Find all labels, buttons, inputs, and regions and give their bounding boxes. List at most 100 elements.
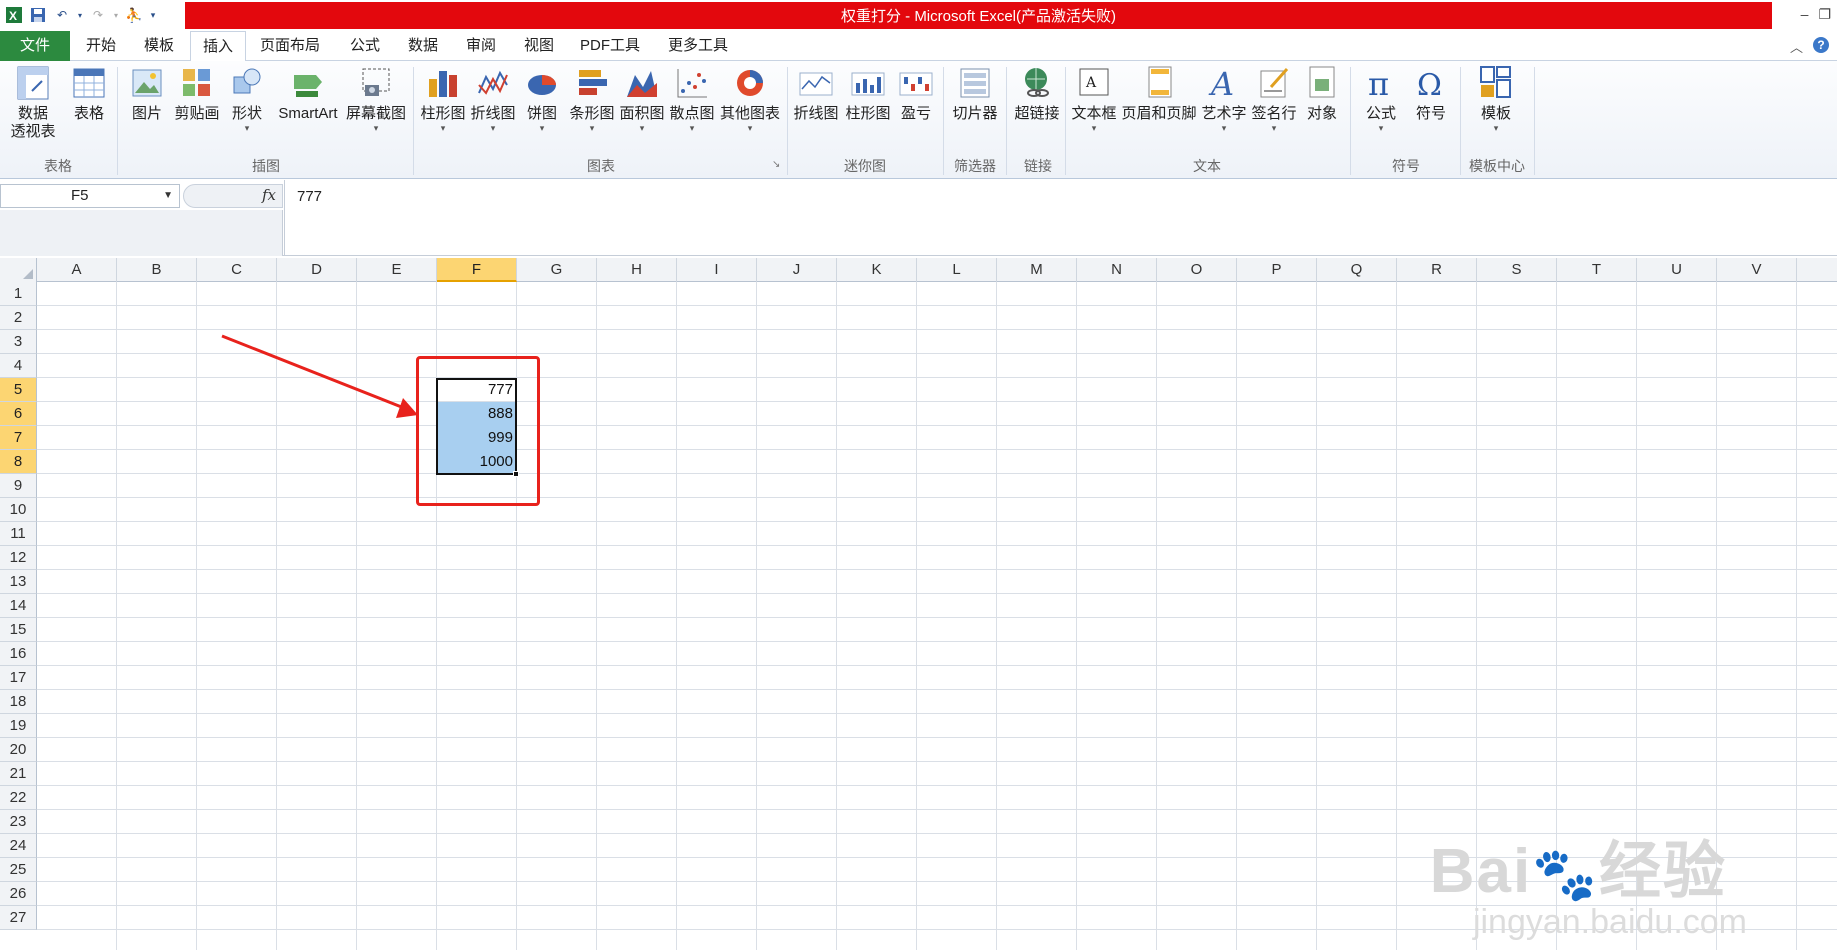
shapes-button[interactable]: 形状 ▾	[226, 65, 268, 133]
bar-chart-button[interactable]: 条形图 ▾	[568, 65, 616, 133]
pie-chart-dropdown-icon: ▾	[539, 123, 545, 133]
column-header-q[interactable]: Q	[1317, 258, 1397, 282]
line-chart-button[interactable]: 折线图 ▾	[470, 65, 516, 133]
group-label-symbols: 符号	[1392, 158, 1420, 174]
signature-line-button[interactable]: 签名行 ▾	[1250, 65, 1298, 133]
sparkline-column-icon	[851, 65, 885, 101]
svg-text:X: X	[9, 9, 17, 23]
minimize-ribbon-icon[interactable]: ︿	[1790, 37, 1803, 56]
row-header-22[interactable]: 22	[0, 786, 37, 810]
name-box[interactable]: F5 ▼	[0, 184, 180, 208]
name-box-dropdown-icon[interactable]: ▼	[163, 185, 173, 207]
word-art-dropdown-icon: ▾	[1221, 123, 1227, 133]
tab-template[interactable]: 模板	[134, 31, 184, 61]
formula-input[interactable]	[284, 180, 1837, 256]
restore-icon[interactable]: ❐	[1818, 6, 1831, 23]
row-header-21[interactable]: 21	[0, 762, 37, 786]
find-icon[interactable]: ⛹	[124, 5, 144, 25]
table-button[interactable]: 表格	[66, 65, 112, 123]
customize-qat-icon[interactable]: ▾	[148, 5, 158, 25]
object-button[interactable]: 对象	[1302, 65, 1342, 123]
pie-chart-button[interactable]: 饼图 ▾	[522, 65, 562, 133]
column-chart-button[interactable]: 柱形图 ▾	[418, 65, 468, 133]
other-charts-icon	[733, 65, 767, 101]
column-header-h[interactable]: H	[597, 258, 677, 282]
row-header-13[interactable]: 13	[0, 570, 37, 594]
redo-icon[interactable]: ↷	[88, 5, 108, 25]
window-controls: – ❐	[1801, 6, 1831, 23]
row-header-17[interactable]: 17	[0, 666, 37, 690]
column-header-l[interactable]: L	[917, 258, 997, 282]
column-header-v[interactable]: V	[1717, 258, 1797, 282]
row-header-23[interactable]: 23	[0, 810, 37, 834]
save-icon[interactable]	[28, 5, 48, 25]
row-header-27[interactable]: 27	[0, 906, 37, 930]
column-header-n[interactable]: N	[1077, 258, 1157, 282]
text-box-button[interactable]: A 文本框 ▾	[1070, 65, 1118, 133]
hyperlink-button[interactable]: 超链接	[1010, 65, 1064, 123]
undo-icon[interactable]: ↶	[52, 5, 72, 25]
picture-button[interactable]: 图片	[126, 65, 168, 123]
slicer-button[interactable]: 切片器	[948, 65, 1002, 123]
symbol-button[interactable]: Ω 符号	[1408, 65, 1454, 123]
clip-art-icon	[180, 65, 214, 101]
scatter-chart-button[interactable]: 散点图 ▾	[668, 65, 716, 133]
tab-formulas[interactable]: 公式	[340, 31, 390, 61]
equation-button[interactable]: π 公式 ▾	[1358, 65, 1404, 133]
column-header-j[interactable]: J	[757, 258, 837, 282]
clip-art-button[interactable]: 剪贴画	[172, 65, 222, 123]
row-header-26[interactable]: 26	[0, 882, 37, 906]
sparkline-line-button[interactable]: 折线图	[792, 65, 840, 123]
row-header-19[interactable]: 19	[0, 714, 37, 738]
tab-review[interactable]: 审阅	[456, 31, 506, 61]
column-header-r[interactable]: R	[1397, 258, 1477, 282]
help-icon[interactable]: ?	[1813, 37, 1829, 53]
area-chart-button[interactable]: 面积图 ▾	[618, 65, 666, 133]
insert-function-icon[interactable]: fx	[262, 186, 276, 204]
screenshot-button[interactable]: 屏幕截图 ▾	[344, 65, 408, 133]
row-header-16[interactable]: 16	[0, 642, 37, 666]
tab-page-layout[interactable]: 页面布局	[252, 31, 328, 61]
excel-logo-icon[interactable]: X	[4, 5, 24, 25]
svg-text:A: A	[1085, 75, 1097, 91]
tab-home[interactable]: 开始	[76, 31, 126, 61]
word-art-button[interactable]: A 艺术字 ▾	[1200, 65, 1248, 133]
row-header-25[interactable]: 25	[0, 858, 37, 882]
tab-pdf-tools[interactable]: PDF工具	[572, 31, 648, 61]
group-label-text: 文本	[1193, 158, 1221, 174]
object-icon	[1305, 65, 1339, 101]
row-header-24[interactable]: 24	[0, 834, 37, 858]
column-header-k[interactable]: K	[837, 258, 917, 282]
column-header-m[interactable]: M	[997, 258, 1077, 282]
group-separator	[1065, 67, 1066, 175]
row-header-18[interactable]: 18	[0, 690, 37, 714]
smartart-icon	[291, 65, 325, 101]
redo-dropdown-icon[interactable]: ▾	[112, 5, 120, 25]
column-header-t[interactable]: T	[1557, 258, 1637, 282]
column-header-o[interactable]: O	[1157, 258, 1237, 282]
row-header-20[interactable]: 20	[0, 738, 37, 762]
tab-more-tools[interactable]: 更多工具	[660, 31, 736, 61]
title-bar: X ↶ ▾ ↷ ▾ ⛹ ▾ 权重打分 - Microsoft Excel(产品激…	[0, 0, 1837, 31]
sparkline-column-button[interactable]: 柱形图	[844, 65, 892, 123]
tab-view[interactable]: 视图	[514, 31, 564, 61]
template-button[interactable]: 模板 ▾	[1470, 65, 1522, 133]
other-charts-button[interactable]: 其他图表 ▾	[718, 65, 782, 133]
column-header-i[interactable]: I	[677, 258, 757, 282]
column-header-p[interactable]: P	[1237, 258, 1317, 282]
tab-data[interactable]: 数据	[398, 31, 448, 61]
tab-insert[interactable]: 插入	[190, 31, 246, 62]
sparkline-win-loss-button[interactable]: 盈亏	[896, 65, 936, 123]
row-header-15[interactable]: 15	[0, 618, 37, 642]
pivot-table-button[interactable]: 数据 透视表	[4, 65, 62, 141]
slicer-icon	[958, 65, 992, 101]
column-header-s[interactable]: S	[1477, 258, 1557, 282]
header-footer-button[interactable]: 页眉和页脚	[1120, 65, 1198, 123]
smartart-button[interactable]: SmartArt	[274, 65, 342, 123]
row-header-14[interactable]: 14	[0, 594, 37, 618]
charts-dialog-launcher-icon[interactable]: ↘	[772, 159, 780, 170]
undo-dropdown-icon[interactable]: ▾	[76, 5, 84, 25]
column-header-u[interactable]: U	[1637, 258, 1717, 282]
minimize-icon[interactable]: –	[1801, 6, 1809, 23]
tab-file[interactable]: 文件	[0, 31, 70, 61]
